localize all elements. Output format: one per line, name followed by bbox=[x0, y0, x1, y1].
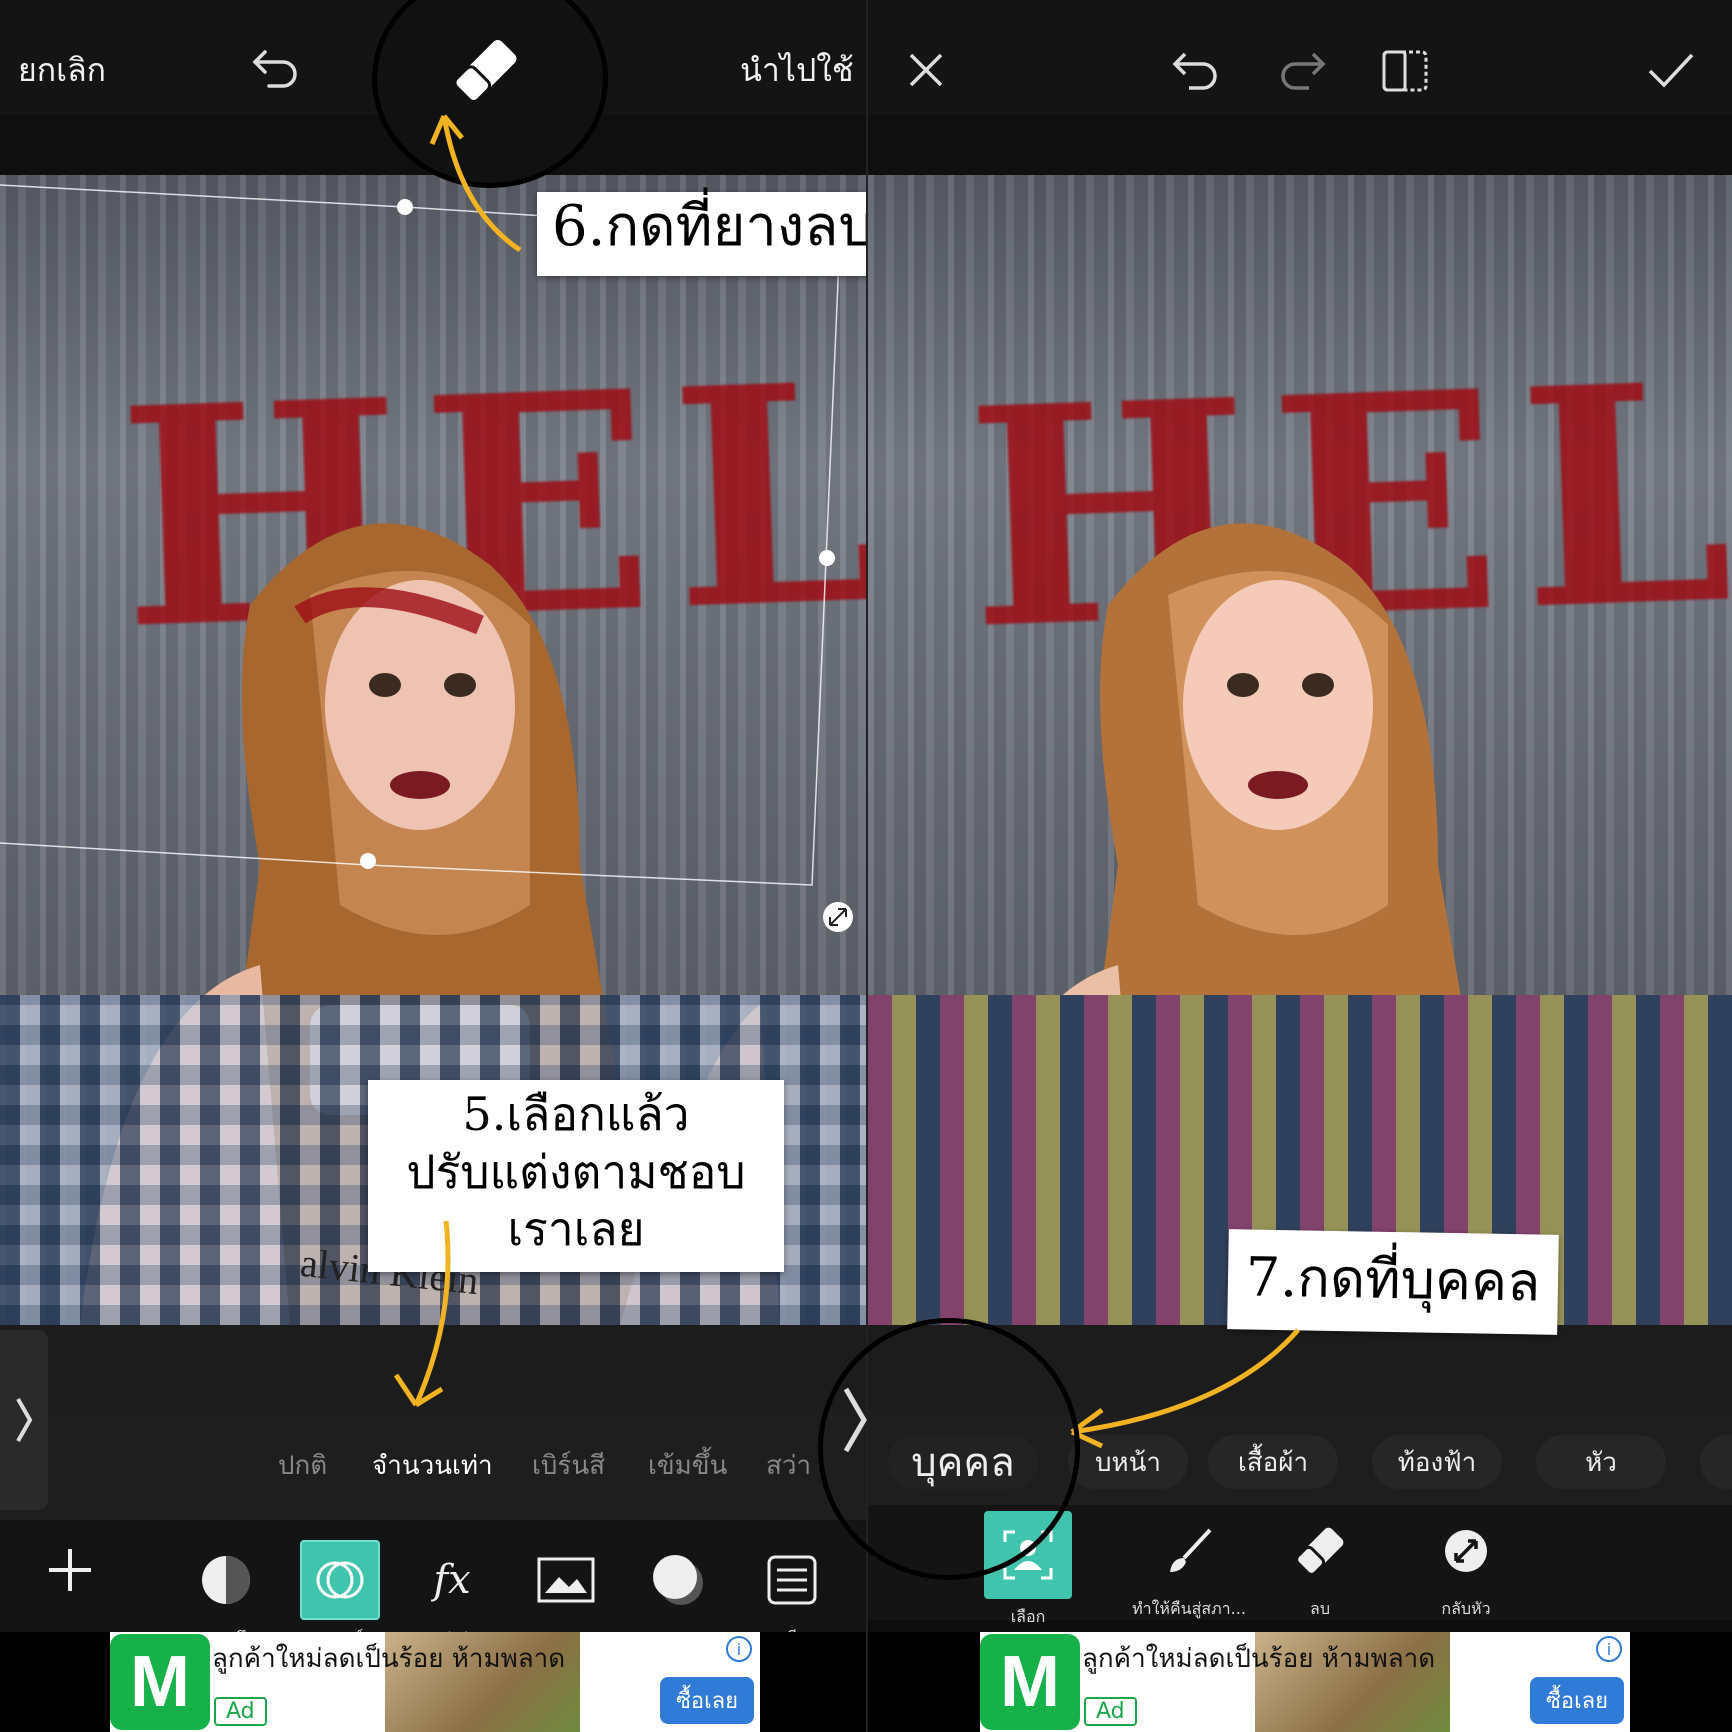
eraser-icon bbox=[1280, 1511, 1360, 1591]
apply-button[interactable]: นำไปใช้ bbox=[740, 45, 854, 96]
blend-mode-lighten[interactable]: สว่า bbox=[766, 1445, 811, 1486]
opacity-icon bbox=[186, 1540, 266, 1620]
blend-mode-darken[interactable]: เข้มขึ้น bbox=[648, 1445, 727, 1486]
cancel-button[interactable]: ยกเลิก bbox=[18, 45, 106, 96]
adjust-icon bbox=[752, 1540, 832, 1620]
ad-cta-button[interactable]: ซื้อเลย bbox=[1529, 1677, 1624, 1724]
blend-mode-multiply[interactable]: จำนวนเท่า bbox=[372, 1445, 493, 1486]
canvas-photo-right[interactable]: HELP bbox=[868, 175, 1732, 1325]
expand-panel-button[interactable] bbox=[0, 1330, 48, 1510]
invert-icon bbox=[1426, 1511, 1506, 1591]
expand-panel-icon[interactable] bbox=[835, 1370, 875, 1470]
chip-head[interactable]: หัว bbox=[1536, 1435, 1666, 1489]
ad-banner-right[interactable]: M ลูกค้าใหม่ลดเป็นร้อย ห้ามพลาด Ad i ซื้… bbox=[868, 1632, 1732, 1732]
ad-card[interactable]: M ลูกค้าใหม่ลดเป็นร้อย ห้ามพลาด Ad i ซื้… bbox=[110, 1632, 760, 1732]
add-icon[interactable] bbox=[40, 1540, 100, 1600]
border-icon bbox=[526, 1540, 606, 1620]
undo-icon[interactable] bbox=[248, 40, 304, 96]
ad-title: ลูกค้าใหม่ลดเป็นร้อย ห้ามพลาด bbox=[1082, 1644, 1436, 1674]
blend-mode-normal[interactable]: ปกติ bbox=[278, 1445, 327, 1486]
ad-info-icon[interactable]: i bbox=[726, 1636, 752, 1662]
compare-icon[interactable] bbox=[1380, 48, 1430, 94]
left-editor-panel: ยกเลิก นำไปใช้ HELP alvin Klein ปกติ จำน… bbox=[0, 0, 866, 1732]
ad-info-icon[interactable]: i bbox=[1596, 1636, 1622, 1662]
tool-invert[interactable]: กลับหัว bbox=[1416, 1511, 1516, 1622]
tool-bar: ความทึบ เบลนด์ fx เอฟเฟค ขอบ เงา bbox=[0, 1520, 866, 1647]
undo-icon[interactable] bbox=[1168, 45, 1224, 95]
sub-toolbar-right bbox=[868, 115, 1732, 175]
ad-logo: M bbox=[110, 1634, 210, 1730]
fx-icon: fx bbox=[433, 1557, 471, 1603]
tool-restore[interactable]: ทำให้คืนสู่สภา... bbox=[1124, 1511, 1254, 1622]
ad-logo: M bbox=[980, 1634, 1080, 1730]
chip-sky[interactable]: ท้องฟ้า bbox=[1372, 1435, 1502, 1489]
ad-cta-button[interactable]: ซื้อเลย bbox=[659, 1677, 754, 1724]
ad-tag: Ad bbox=[1084, 1697, 1137, 1726]
arrow-step5 bbox=[393, 1220, 451, 1408]
ad-title: ลูกค้าใหม่ลดเป็นร้อย ห้ามพลาด bbox=[212, 1644, 566, 1674]
ad-tag: Ad bbox=[214, 1697, 267, 1726]
blend-mode-color-burn[interactable]: เบิร์นสี bbox=[532, 1445, 605, 1486]
ad-banner[interactable]: M ลูกค้าใหม่ลดเป็นร้อย ห้ามพลาด Ad i ซื้… bbox=[0, 1632, 866, 1732]
confirm-check-icon[interactable] bbox=[1646, 48, 1696, 92]
shadow-icon bbox=[638, 1540, 718, 1620]
brush-icon bbox=[1149, 1511, 1229, 1591]
close-icon[interactable] bbox=[904, 48, 948, 92]
callout-step7: 7.กดที่บุคคล bbox=[1227, 1229, 1559, 1335]
top-toolbar-right bbox=[868, 0, 1732, 115]
callout-step6: 6.กดที่ยางลบ bbox=[537, 192, 866, 276]
arrow-step6 bbox=[429, 114, 522, 253]
tool-erase[interactable]: ลบ bbox=[1270, 1511, 1370, 1622]
redo-icon[interactable] bbox=[1274, 45, 1330, 95]
arrow-step7 bbox=[1070, 1328, 1300, 1449]
blend-icon bbox=[300, 1540, 380, 1620]
ad-card[interactable]: M ลูกค้าใหม่ลดเป็นร้อย ห้ามพลาด Ad i ซื้… bbox=[980, 1632, 1630, 1732]
